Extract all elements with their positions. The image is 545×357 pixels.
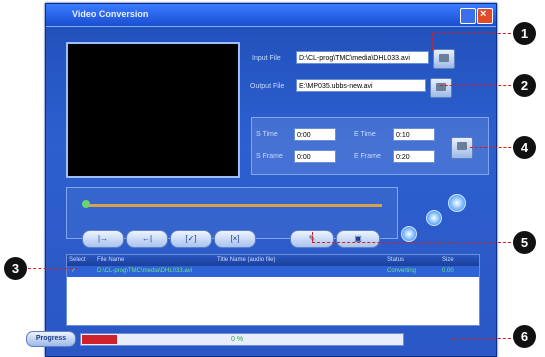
browse-output-button[interactable] [430, 78, 452, 98]
output-file-field[interactable]: E:\MP035.ubbs-new.avi [296, 79, 426, 92]
e-frame-field[interactable]: 0:20 [393, 150, 435, 163]
add-segment-button[interactable]: [✓] [170, 230, 212, 248]
browse-input-icon [439, 54, 449, 62]
volume-knob-bottom[interactable] [401, 226, 417, 242]
col-size: Size [442, 257, 454, 263]
row-status: Converting [387, 268, 417, 274]
callout-5: 5 [513, 231, 536, 254]
row-size: 0.00 [442, 268, 454, 274]
minimize-button[interactable] [460, 8, 476, 24]
callout-6: 6 [513, 325, 536, 348]
callout-1: 1 [513, 22, 536, 45]
e-time-label: E Time [354, 131, 376, 138]
e-frame-label: E Frame [354, 153, 381, 160]
settings-icon [457, 142, 467, 150]
callout-line-1 [432, 33, 516, 34]
callout-4: 4 [513, 136, 536, 159]
close-button[interactable]: × [477, 8, 493, 24]
table-row[interactable]: ✓ D:\CL-prog\TMC\media\DHL033.avi Conver… [67, 266, 479, 277]
video-conversion-window: Video Conversion × Input File D:\CL-prog… [45, 3, 497, 357]
row-file-name: D:\CL-prog\TMC\media\DHL033.avi [97, 268, 193, 274]
close-icon: × [480, 8, 487, 20]
callout-line-3 [28, 268, 78, 269]
callout-line-1-drop [432, 33, 433, 50]
progress-bar: 0 % [80, 333, 404, 346]
col-status: Status [387, 257, 405, 263]
callout-2: 2 [513, 74, 536, 97]
callout-3: 3 [4, 257, 27, 280]
callout-line-2 [440, 85, 516, 86]
timeline-track[interactable] [84, 204, 382, 207]
callout-line-4 [470, 147, 516, 148]
settings-button[interactable] [451, 137, 473, 159]
callout-line-5 [312, 242, 516, 243]
col-select: Select [69, 257, 86, 263]
video-preview [66, 42, 240, 178]
set-end-button[interactable]: ←| [126, 230, 168, 248]
volume-knob-top[interactable] [448, 194, 466, 212]
s-time-field[interactable]: 0:00 [294, 128, 336, 141]
col-title-name: Title Name (audio file) [217, 257, 276, 263]
progress-button[interactable]: Progress [26, 331, 76, 347]
callout-line-5-drop [312, 232, 313, 242]
s-time-label: S Time [256, 131, 278, 138]
output-file-label: Output File [250, 83, 285, 90]
input-file-label: Input File [252, 55, 281, 62]
tool-button[interactable]: ▣ [336, 230, 380, 248]
remove-segment-button[interactable]: [×] [214, 230, 256, 248]
progress-text: 0 % [231, 336, 244, 343]
callout-line-6 [452, 338, 516, 339]
progress-fill [82, 335, 117, 344]
e-time-field[interactable]: 0:10 [393, 128, 435, 141]
col-file-name: File Name [97, 257, 125, 263]
window-title: Video Conversion [72, 9, 149, 19]
file-list: Select File Name Title Name (audio file)… [66, 254, 480, 326]
s-frame-field[interactable]: 0:00 [294, 150, 336, 163]
set-start-button[interactable]: |→ [82, 230, 124, 248]
file-list-header: Select File Name Title Name (audio file)… [67, 255, 479, 266]
volume-knob-mid[interactable] [426, 210, 442, 226]
s-frame-label: S Frame [256, 153, 283, 160]
input-file-field[interactable]: D:\CL-prog\TMC\media\DHL033.avi [296, 51, 429, 64]
timeline-thumb[interactable] [82, 200, 90, 208]
title-bar: Video Conversion × [46, 4, 496, 27]
browse-input-button[interactable] [433, 49, 455, 69]
